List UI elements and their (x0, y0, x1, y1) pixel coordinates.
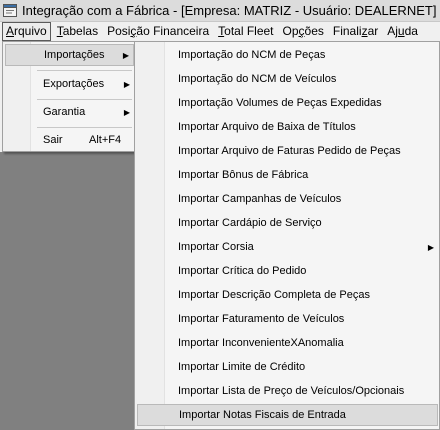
menu-posicao-financeira[interactable]: Posição Financeira (104, 22, 212, 41)
submenu-arrow-icon: ▶ (427, 242, 434, 252)
menu-item-label: Importação do NCM de Peças (178, 49, 326, 61)
menu-item-label: Importar Corsia (178, 241, 254, 253)
menu-item-label: Importar Campanhas de Veículos (178, 193, 342, 205)
submenu-item-ncm-pecas[interactable]: Importação do NCM de Peças (137, 44, 438, 66)
menu-arquivo[interactable]: Arquivo (2, 22, 51, 41)
submenu-item-corsia[interactable]: Importar Corsia ▶ (137, 236, 438, 258)
menu-item-label: Exportações (43, 78, 105, 90)
submenu-arrow-icon: ▶ (122, 50, 129, 60)
menu-opcoes[interactable]: Opções (280, 22, 327, 41)
submenu-item-faturas-pecas[interactable]: Importar Arquivo de Faturas Pedido de Pe… (137, 140, 438, 162)
window-title: Integração com a Fábrica - [Empresa: MAT… (22, 3, 437, 18)
menu-ajuda[interactable]: Ajuda (384, 22, 421, 41)
menu-item-label: Importação do NCM de Veículos (178, 73, 337, 85)
submenu-item-critica-pedido[interactable]: Importar Crítica do Pedido (137, 260, 438, 282)
menu-item-label: Importar Crítica do Pedido (178, 265, 307, 277)
menu-item-label: Importar Arquivo de Baixa de Títulos (178, 121, 356, 133)
menu-bar: Arquivo Tabelas Posição Financeira Total… (0, 22, 440, 41)
submenu-item-ncm-veiculos[interactable]: Importação do NCM de Veículos (137, 68, 438, 90)
submenu-item-inconveniente-anomalia[interactable]: Importar InconvenienteXAnomalia (137, 332, 438, 354)
app-icon[interactable] (3, 4, 17, 17)
menu-item-importacoes[interactable]: Importações ▶ (5, 44, 134, 66)
submenu-item-descricao-pecas[interactable]: Importar Descrição Completa de Peças (137, 284, 438, 306)
importacoes-submenu: Importação do NCM de Peças Importação do… (134, 41, 440, 430)
submenu-item-notas-fiscais-entrada[interactable]: Importar Notas Fiscais de Entrada (137, 404, 438, 426)
menu-item-label: Importar Lista de Preço de Veículos/Opci… (178, 385, 405, 397)
menu-item-label: Importar Bônus de Fábrica (178, 169, 309, 181)
menu-item-label: Importar Arquivo de Faturas Pedido de Pe… (178, 145, 401, 157)
submenu-item-faturamento-veiculos[interactable]: Importar Faturamento de Veículos (137, 308, 438, 330)
submenu-item-volumes-pecas[interactable]: Importação Volumes de Peças Expedidas (137, 92, 438, 114)
submenu-item-lista-preco-veiculos[interactable]: Importar Lista de Preço de Veículos/Opci… (137, 380, 438, 402)
menu-item-label: Importações (44, 49, 105, 61)
menu-tabelas[interactable]: Tabelas (54, 22, 101, 41)
menu-total-fleet[interactable]: Total Fleet (215, 22, 276, 41)
title-bar: Integração com a Fábrica - [Empresa: MAT… (0, 0, 440, 22)
menu-item-exportacoes[interactable]: Exportações ▶ (5, 73, 134, 95)
submenu-item-bonus-fabrica[interactable]: Importar Bônus de Fábrica (137, 164, 438, 186)
menu-item-label: Sair (43, 134, 63, 146)
submenu-item-cardapio-servico[interactable]: Importar Cardápio de Serviço (137, 212, 438, 234)
menu-separator (37, 70, 132, 71)
menu-item-label: Importar Faturamento de Veículos (178, 313, 345, 325)
menu-item-label: Importar Notas Fiscais de Entrada (179, 409, 346, 421)
arquivo-dropdown: Importações ▶ Exportações ▶ Garantia ▶ S… (2, 41, 137, 152)
menu-item-label: Garantia (43, 106, 86, 118)
menu-item-label: Importar Descrição Completa de Peças (178, 289, 370, 301)
menu-item-sair[interactable]: Sair Alt+F4 (5, 129, 134, 151)
menu-finalizar[interactable]: Finalizar (330, 22, 381, 41)
menu-item-label: Importar Cardápio de Serviço (178, 217, 322, 229)
menu-item-label: Importar InconvenienteXAnomalia (178, 337, 344, 349)
submenu-arrow-icon: ▶ (123, 79, 130, 89)
submenu-arrow-icon: ▶ (123, 107, 130, 117)
submenu-item-baixa-titulos[interactable]: Importar Arquivo de Baixa de Títulos (137, 116, 438, 138)
submenu-item-campanhas-veiculos[interactable]: Importar Campanhas de Veículos (137, 188, 438, 210)
menu-separator (37, 99, 132, 100)
submenu-item-limite-credito[interactable]: Importar Limite de Crédito (137, 356, 438, 378)
menu-item-label: Importar Limite de Crédito (178, 361, 306, 373)
menu-item-accelerator: Alt+F4 (89, 134, 122, 146)
menu-item-label: Importação Volumes de Peças Expedidas (178, 97, 382, 109)
menu-separator (37, 127, 132, 128)
menu-item-garantia[interactable]: Garantia ▶ (5, 101, 134, 123)
